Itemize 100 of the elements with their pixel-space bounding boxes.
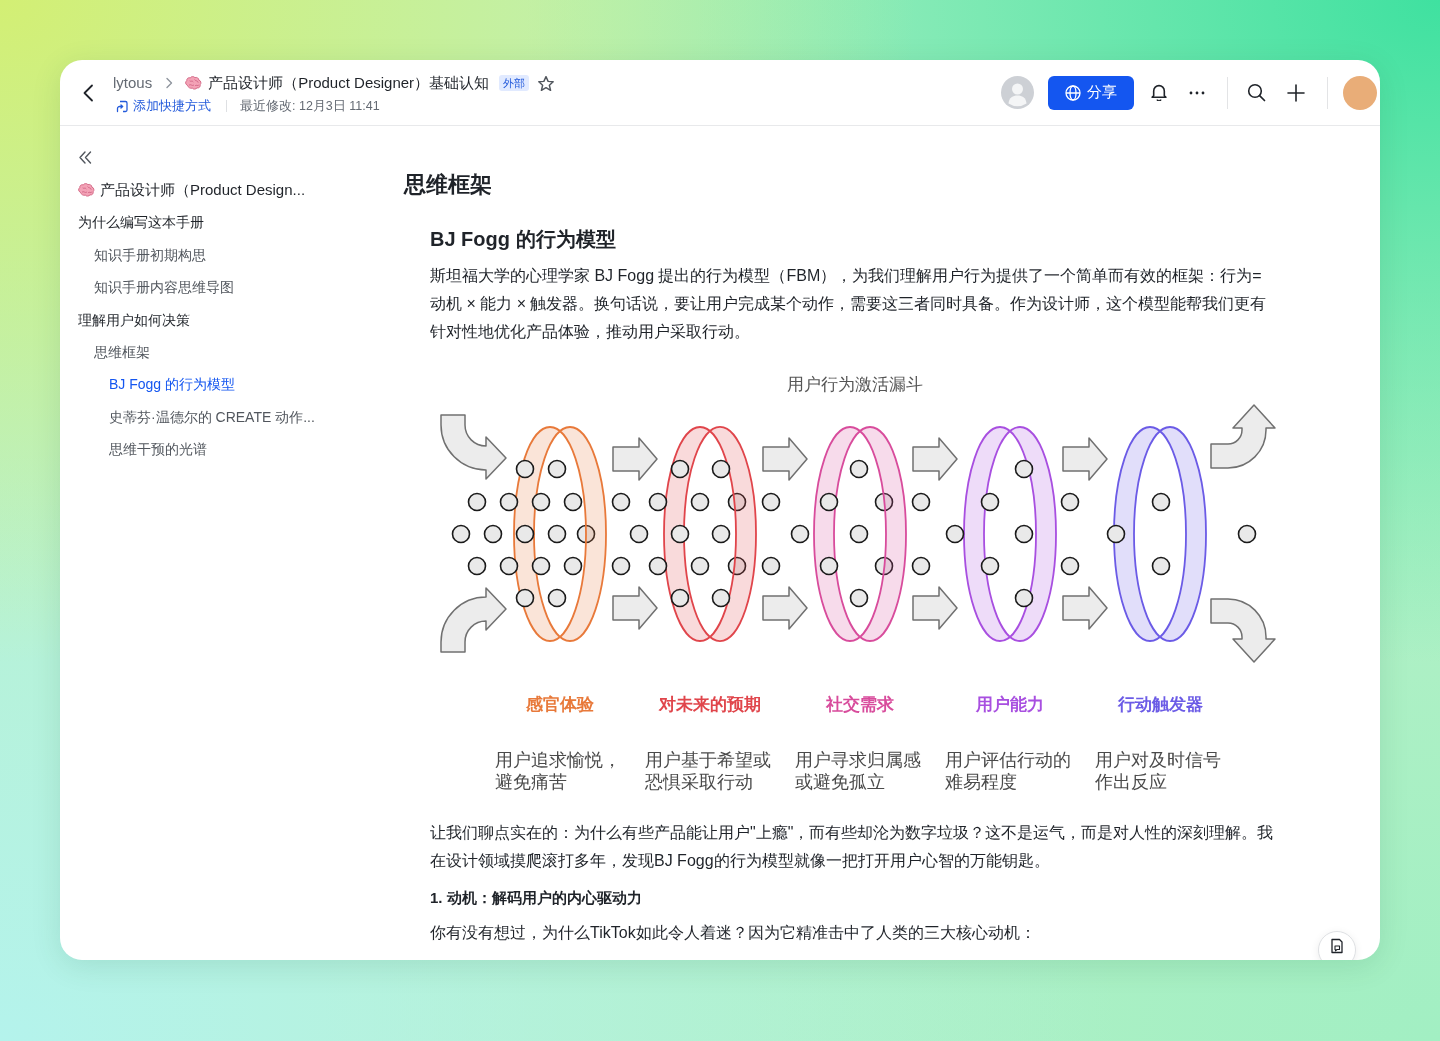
particle-dot — [1060, 492, 1080, 512]
point-heading: 1. 动机：解码用户的内心驱动力 — [430, 888, 642, 908]
star-icon[interactable] — [538, 75, 555, 91]
plus-icon[interactable] — [1287, 83, 1305, 102]
particle-dot — [874, 492, 894, 512]
breadcrumb-link[interactable]: lytous — [113, 73, 153, 93]
particle-dot — [819, 492, 839, 512]
particle-dot — [451, 524, 471, 544]
last-modified-text: 最近修改: 12月3日 11:41 — [240, 98, 380, 115]
subsection-heading: BJ Fogg 的行为模型 — [430, 227, 616, 252]
stage-description: 用户追求愉悦，避免痛苦 — [495, 749, 623, 793]
bell-icon[interactable] — [1151, 84, 1167, 101]
outline-item[interactable]: 思维干预的光谱 — [109, 439, 207, 460]
outline-document-title[interactable]: 产品设计师（Product Design... — [100, 180, 306, 200]
outline-item[interactable]: 理解用户如何决策 — [78, 309, 190, 330]
particle-dot — [1237, 524, 1257, 544]
block-arrow — [1062, 586, 1108, 630]
globe-icon — [1065, 84, 1081, 101]
search-icon[interactable] — [1247, 83, 1266, 102]
particle-dot — [761, 492, 781, 512]
particle-dot — [611, 492, 631, 512]
chevron-right-icon — [165, 77, 174, 89]
body-paragraph: 你有没有想过，为什么TikTok如此令人着迷？因为它精准击中了人类的三大核心动机： — [430, 923, 1037, 943]
particle-dot — [711, 459, 731, 479]
particle-dot — [648, 492, 668, 512]
block-arrow — [762, 586, 808, 630]
particle-dot — [531, 556, 551, 576]
outline-item[interactable]: BJ Fogg 的行为模型 — [109, 374, 236, 395]
particle-dot — [727, 556, 747, 576]
stage-title: 对未来的预期 — [659, 694, 761, 716]
particle-dot — [1014, 459, 1034, 479]
brain-icon — [78, 183, 95, 197]
document-icon — [1329, 938, 1345, 954]
curved-arrow — [440, 587, 507, 653]
particle-dot — [1060, 556, 1080, 576]
add-shortcut-link[interactable]: 添加快捷方式 — [116, 97, 211, 115]
stage-description: 用户对及时信号作出反应 — [1095, 749, 1223, 793]
chevron-left-icon[interactable] — [82, 83, 94, 102]
block-arrow — [612, 437, 658, 481]
particle-dot — [711, 588, 731, 608]
particle-dot — [629, 524, 649, 544]
curved-arrow — [440, 414, 507, 480]
outline-item[interactable]: 知识手册初期构思 — [93, 244, 206, 265]
particle-dot — [563, 556, 583, 576]
particle-dot — [849, 524, 869, 544]
particle-dot — [515, 524, 535, 544]
particle-dot — [790, 524, 810, 544]
block-arrow — [612, 586, 658, 630]
body-paragraph: 斯坦福大学的心理学家 BJ Fogg 提出的行为模型（FBM），为我们理解用户行为提供了一个简单而有效的框架：行为=动机 × 能力 × 触发器。换句话说，要让用户完成某个动作，需要这三者同时具备。作为设计师，这个模型能帮我们更有针对性地优化产品体验，推动用户采取行动。 — [430, 266, 1268, 342]
block-arrow — [912, 586, 958, 630]
outline-item[interactable]: 为什么编写这本手册 — [78, 212, 204, 233]
block-arrow — [1062, 437, 1108, 481]
particle-dot — [727, 492, 747, 512]
particle-dot — [547, 459, 567, 479]
particle-dot — [648, 556, 668, 576]
floating-button[interactable] — [1318, 931, 1356, 960]
stage-title: 社交需求 — [826, 694, 894, 716]
shortcut-icon — [116, 99, 129, 113]
body-paragraph: 让我们聊点实在的：为什么有些产品能让用户"上瘾"，而有些却沦为数字垃圾？这不是运气，而是对人性的深刻理解。我在设计领域摸爬滚打多年，发现BJ Fogg的行为模型就像一把打开用户心智的万能钥匙。 — [430, 823, 1275, 871]
section-heading: 思维框架 — [404, 171, 492, 199]
particle-dot — [911, 492, 931, 512]
more-icon[interactable] — [1189, 90, 1205, 95]
particle-dot — [849, 459, 869, 479]
stage-description: 用户评估行动的难易程度 — [945, 749, 1073, 793]
block-arrow — [912, 437, 958, 481]
stage-title: 行动触发器 — [1117, 694, 1203, 716]
particle-dot — [1014, 588, 1034, 608]
particle-dot — [515, 459, 535, 479]
particle-dot — [483, 524, 503, 544]
particle-dot — [874, 556, 894, 576]
double-chevron-left-icon[interactable] — [78, 151, 92, 164]
figure-title: 用户行为激活漏斗 — [787, 374, 923, 396]
stage-title: 感官体验 — [526, 694, 594, 716]
outline-item[interactable]: 知识手册内容思维导图 — [93, 277, 234, 298]
particle-dot — [911, 556, 931, 576]
particle-dot — [531, 492, 551, 512]
particle-dot — [515, 588, 535, 608]
particle-dot — [499, 492, 519, 512]
outline-item[interactable]: 思维框架 — [93, 341, 150, 362]
particle-dot — [1151, 492, 1171, 512]
visibility-tag: 外部 — [499, 75, 530, 91]
share-button[interactable]: 分享 — [1048, 75, 1134, 110]
particle-dot — [467, 556, 487, 576]
particle-dot — [670, 524, 690, 544]
particle-dot — [547, 524, 567, 544]
particle-dot — [945, 524, 965, 544]
particle-dot — [563, 492, 583, 512]
stage-title: 用户能力 — [976, 694, 1044, 716]
particle-dot — [690, 556, 710, 576]
curved-arrow — [1210, 404, 1276, 469]
particle-dot — [711, 524, 731, 544]
particle-dot — [467, 492, 487, 512]
outline-item[interactable]: 史蒂芬·温德尔的 CREATE 动作... — [109, 406, 315, 427]
block-arrow — [762, 437, 808, 481]
document-title: 产品设计师（Product Designer）基础认知 — [208, 73, 490, 93]
particle-dot — [1014, 524, 1034, 544]
particle-dot — [1106, 524, 1126, 544]
particle-dot — [819, 556, 839, 576]
brain-icon — [185, 76, 203, 90]
stage-description: 用户寻求归属感或避免孤立 — [795, 749, 923, 793]
